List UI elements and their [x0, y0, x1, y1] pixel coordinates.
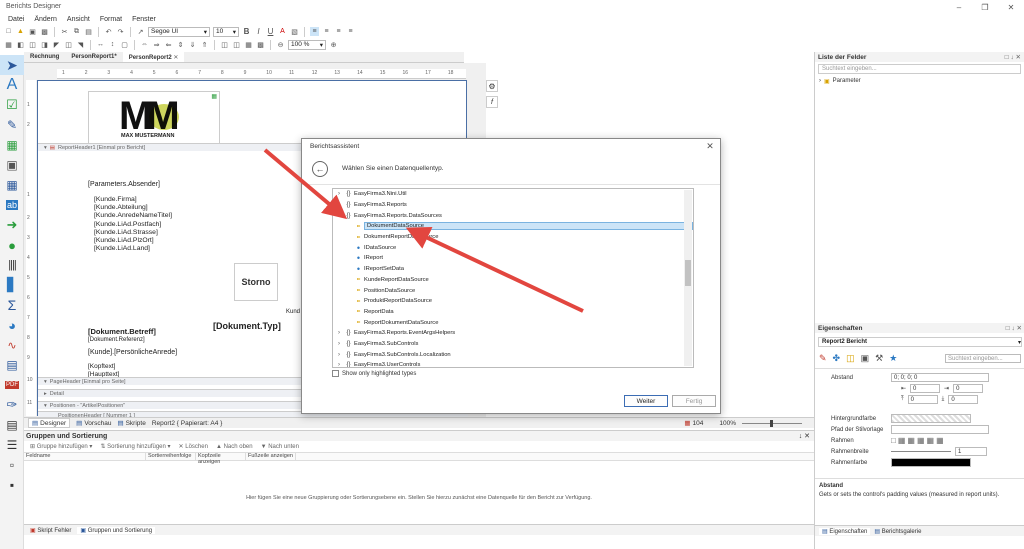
- annotation-arrows: [263, 148, 584, 313]
- arrow-to-dokument: [405, 226, 584, 313]
- arrow-to-datasources: [263, 148, 348, 220]
